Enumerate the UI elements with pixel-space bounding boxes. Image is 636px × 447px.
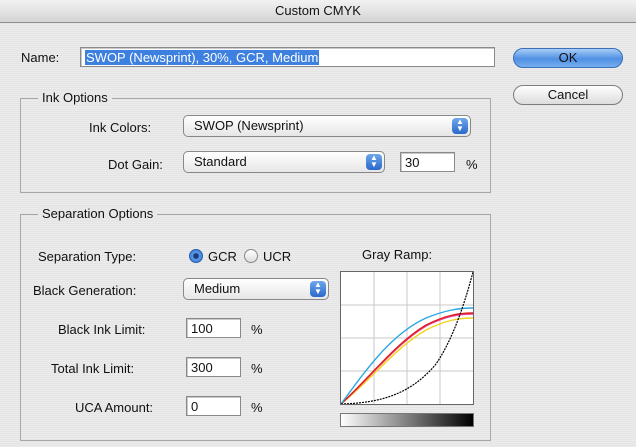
ink-colors-popup[interactable]: SWOP (Newsprint) ▲ ▼ [183, 115, 471, 137]
gcr-label: GCR [208, 249, 237, 264]
black-ink-limit-percent-sign: % [251, 322, 263, 337]
black-generation-popup[interactable]: Medium ▲ ▼ [183, 278, 329, 300]
ink-options-legend: Ink Options [38, 90, 112, 105]
cancel-button[interactable]: Cancel [513, 85, 623, 105]
popup-arrows-icon: ▲ ▼ [310, 281, 326, 297]
dot-gain-label: Dot Gain: [108, 157, 163, 172]
black-generation-label: Black Generation: [33, 283, 137, 298]
uca-amount-label: UCA Amount: [75, 400, 154, 415]
ok-button[interactable]: OK [513, 48, 623, 68]
uca-amount-percent-sign: % [251, 400, 263, 415]
name-field[interactable]: SWOP (Newsprint), 30%, GCR, Medium [80, 47, 495, 67]
ink-options-group [20, 98, 491, 193]
gray-ramp-label: Gray Ramp: [362, 247, 433, 262]
uca-amount-field[interactable]: 0 [186, 396, 241, 416]
ink-colors-value: SWOP (Newsprint) [194, 118, 304, 133]
dot-gain-popup[interactable]: Standard ▲ ▼ [183, 151, 385, 173]
total-ink-limit-label: Total Ink Limit: [51, 361, 135, 376]
total-ink-limit-percent-sign: % [251, 361, 263, 376]
black-ink-limit-field[interactable]: 100 [186, 318, 241, 338]
popup-arrows-icon: ▲ ▼ [452, 118, 468, 134]
gray-ramp-gradient-bar [340, 413, 474, 427]
ucr-radio[interactable] [244, 249, 258, 263]
gcr-radio[interactable] [189, 249, 203, 263]
separation-type-label: Separation Type: [38, 249, 137, 264]
dot-gain-percent-sign: % [466, 157, 478, 172]
dot-gain-value: Standard [194, 154, 247, 169]
ink-colors-label: Ink Colors: [89, 120, 152, 135]
name-field-value: SWOP (Newsprint), 30%, GCR, Medium [85, 50, 320, 65]
separation-options-legend: Separation Options [38, 206, 158, 221]
window-title: Custom CMYK [0, 0, 636, 23]
ucr-label: UCR [263, 249, 292, 264]
name-label: Name: [21, 50, 60, 65]
black-generation-value: Medium [194, 281, 241, 296]
dot-gain-percent-field[interactable]: 30 [400, 152, 455, 172]
gray-ramp-graph [340, 271, 474, 405]
gray-ramp-curves [340, 271, 474, 405]
custom-cmyk-dialog: Custom CMYK Name: SWOP (Newsprint), 30%,… [0, 0, 636, 447]
total-ink-limit-field[interactable]: 300 [186, 357, 241, 377]
black-ink-limit-label: Black Ink Limit: [58, 322, 146, 337]
popup-arrows-icon: ▲ ▼ [366, 154, 382, 170]
